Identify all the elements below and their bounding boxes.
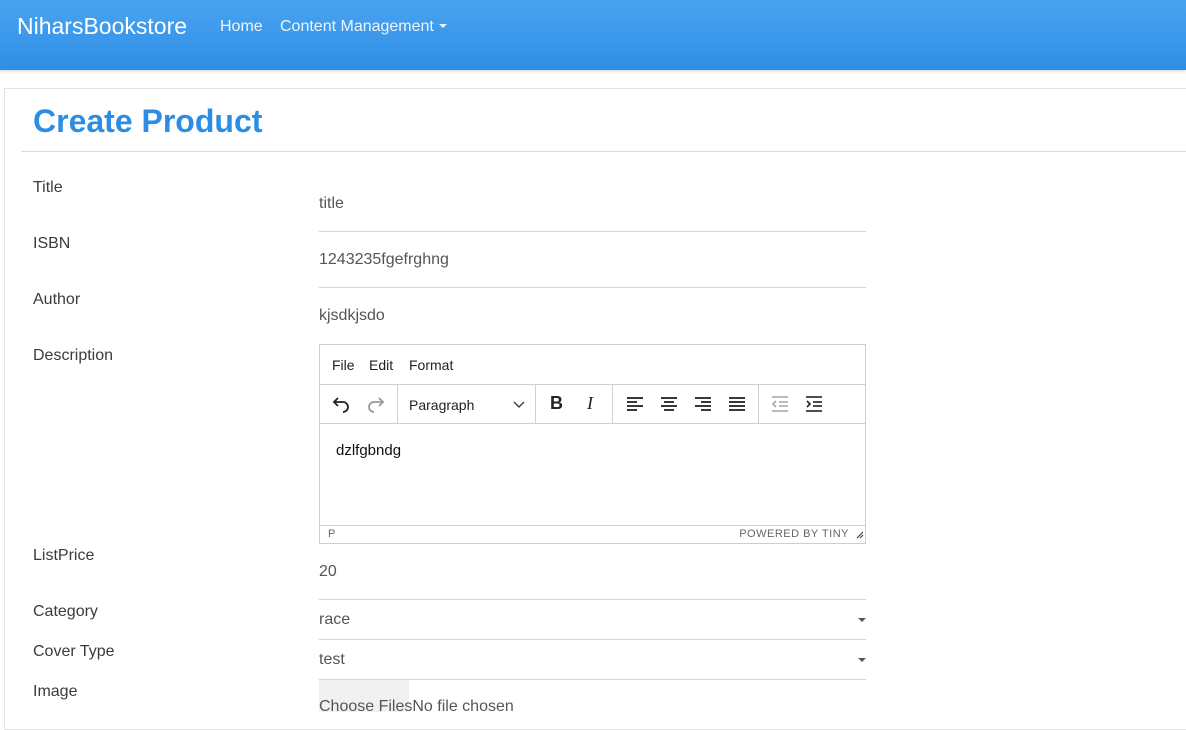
powered-by-link[interactable]: POWERED BY TINY — [739, 528, 849, 540]
redo-icon[interactable] — [366, 394, 386, 414]
choose-files-button[interactable]: Choose Files — [319, 698, 412, 715]
align-right-icon[interactable] — [693, 394, 713, 414]
undo-icon[interactable] — [331, 394, 351, 414]
category-select-underline — [319, 639, 866, 640]
nav-home-link[interactable]: Home — [220, 18, 263, 36]
align-justify-icon[interactable] — [727, 394, 747, 414]
chevron-down-icon — [512, 397, 526, 416]
description-label: Description — [33, 347, 114, 364]
toolbar-separator — [758, 385, 759, 423]
italic-icon[interactable]: I — [587, 393, 593, 414]
covertype-select[interactable]: test — [319, 651, 345, 669]
listprice-input-underline — [319, 599, 866, 600]
outdent-icon[interactable] — [770, 394, 790, 414]
isbn-input-underline — [319, 287, 866, 288]
toolbar-separator — [397, 385, 398, 423]
isbn-input[interactable]: 1243235fgefrghng — [319, 251, 449, 269]
bold-icon[interactable]: B — [550, 393, 563, 414]
category-select[interactable]: race — [319, 611, 350, 629]
file-status: No file chosen — [412, 698, 514, 715]
author-label: Author — [33, 291, 81, 308]
title-label: Title — [33, 179, 63, 196]
title-input[interactable]: title — [319, 195, 344, 213]
title-input-underline — [319, 231, 866, 232]
chevron-down-icon — [438, 24, 447, 28]
editor-menubar: File Edit Format — [320, 345, 865, 385]
author-input[interactable]: kjsdkjsdo — [319, 307, 385, 325]
indent-icon[interactable] — [804, 394, 824, 414]
editor-content[interactable]: dzlfgbndg — [336, 442, 401, 459]
editor-menu-format[interactable]: Format — [409, 357, 453, 373]
align-left-icon[interactable] — [625, 394, 645, 414]
covertype-label: Cover Type — [33, 643, 115, 660]
nav-content-management-label: Content Management — [280, 18, 434, 35]
resize-handle-icon[interactable] — [855, 530, 864, 542]
editor-statusbar: P POWERED BY TINY — [320, 525, 865, 543]
brand-link[interactable]: NiharsBookstore — [17, 13, 187, 40]
isbn-label: ISBN — [33, 235, 71, 252]
title-divider — [21, 151, 1186, 152]
editor-menu-edit[interactable]: Edit — [369, 357, 393, 373]
element-path[interactable]: P — [328, 528, 335, 540]
category-label: Category — [33, 603, 98, 620]
caret-down-icon — [858, 618, 866, 622]
block-format-select[interactable]: Paragraph — [409, 397, 474, 413]
editor-menu-file[interactable]: File — [332, 357, 355, 373]
listprice-label: ListPrice — [33, 547, 95, 564]
image-label: Image — [33, 683, 78, 700]
toolbar-separator — [535, 385, 536, 423]
navbar: NiharsBookstore Home Content Management — [0, 0, 1186, 70]
listprice-input[interactable]: 20 — [319, 563, 337, 581]
caret-down-icon — [858, 658, 866, 662]
toolbar-separator — [612, 385, 613, 423]
nav-content-management-dropdown[interactable]: Content Management — [280, 18, 447, 36]
file-input[interactable]: Choose FilesNo file chosen — [319, 698, 514, 716]
rich-text-editor: File Edit Format Paragraph B I dzlfgbndg… — [319, 344, 866, 544]
page-title: Create Product — [33, 103, 263, 139]
align-center-icon[interactable] — [659, 394, 679, 414]
editor-toolbar: Paragraph B I — [320, 385, 865, 424]
